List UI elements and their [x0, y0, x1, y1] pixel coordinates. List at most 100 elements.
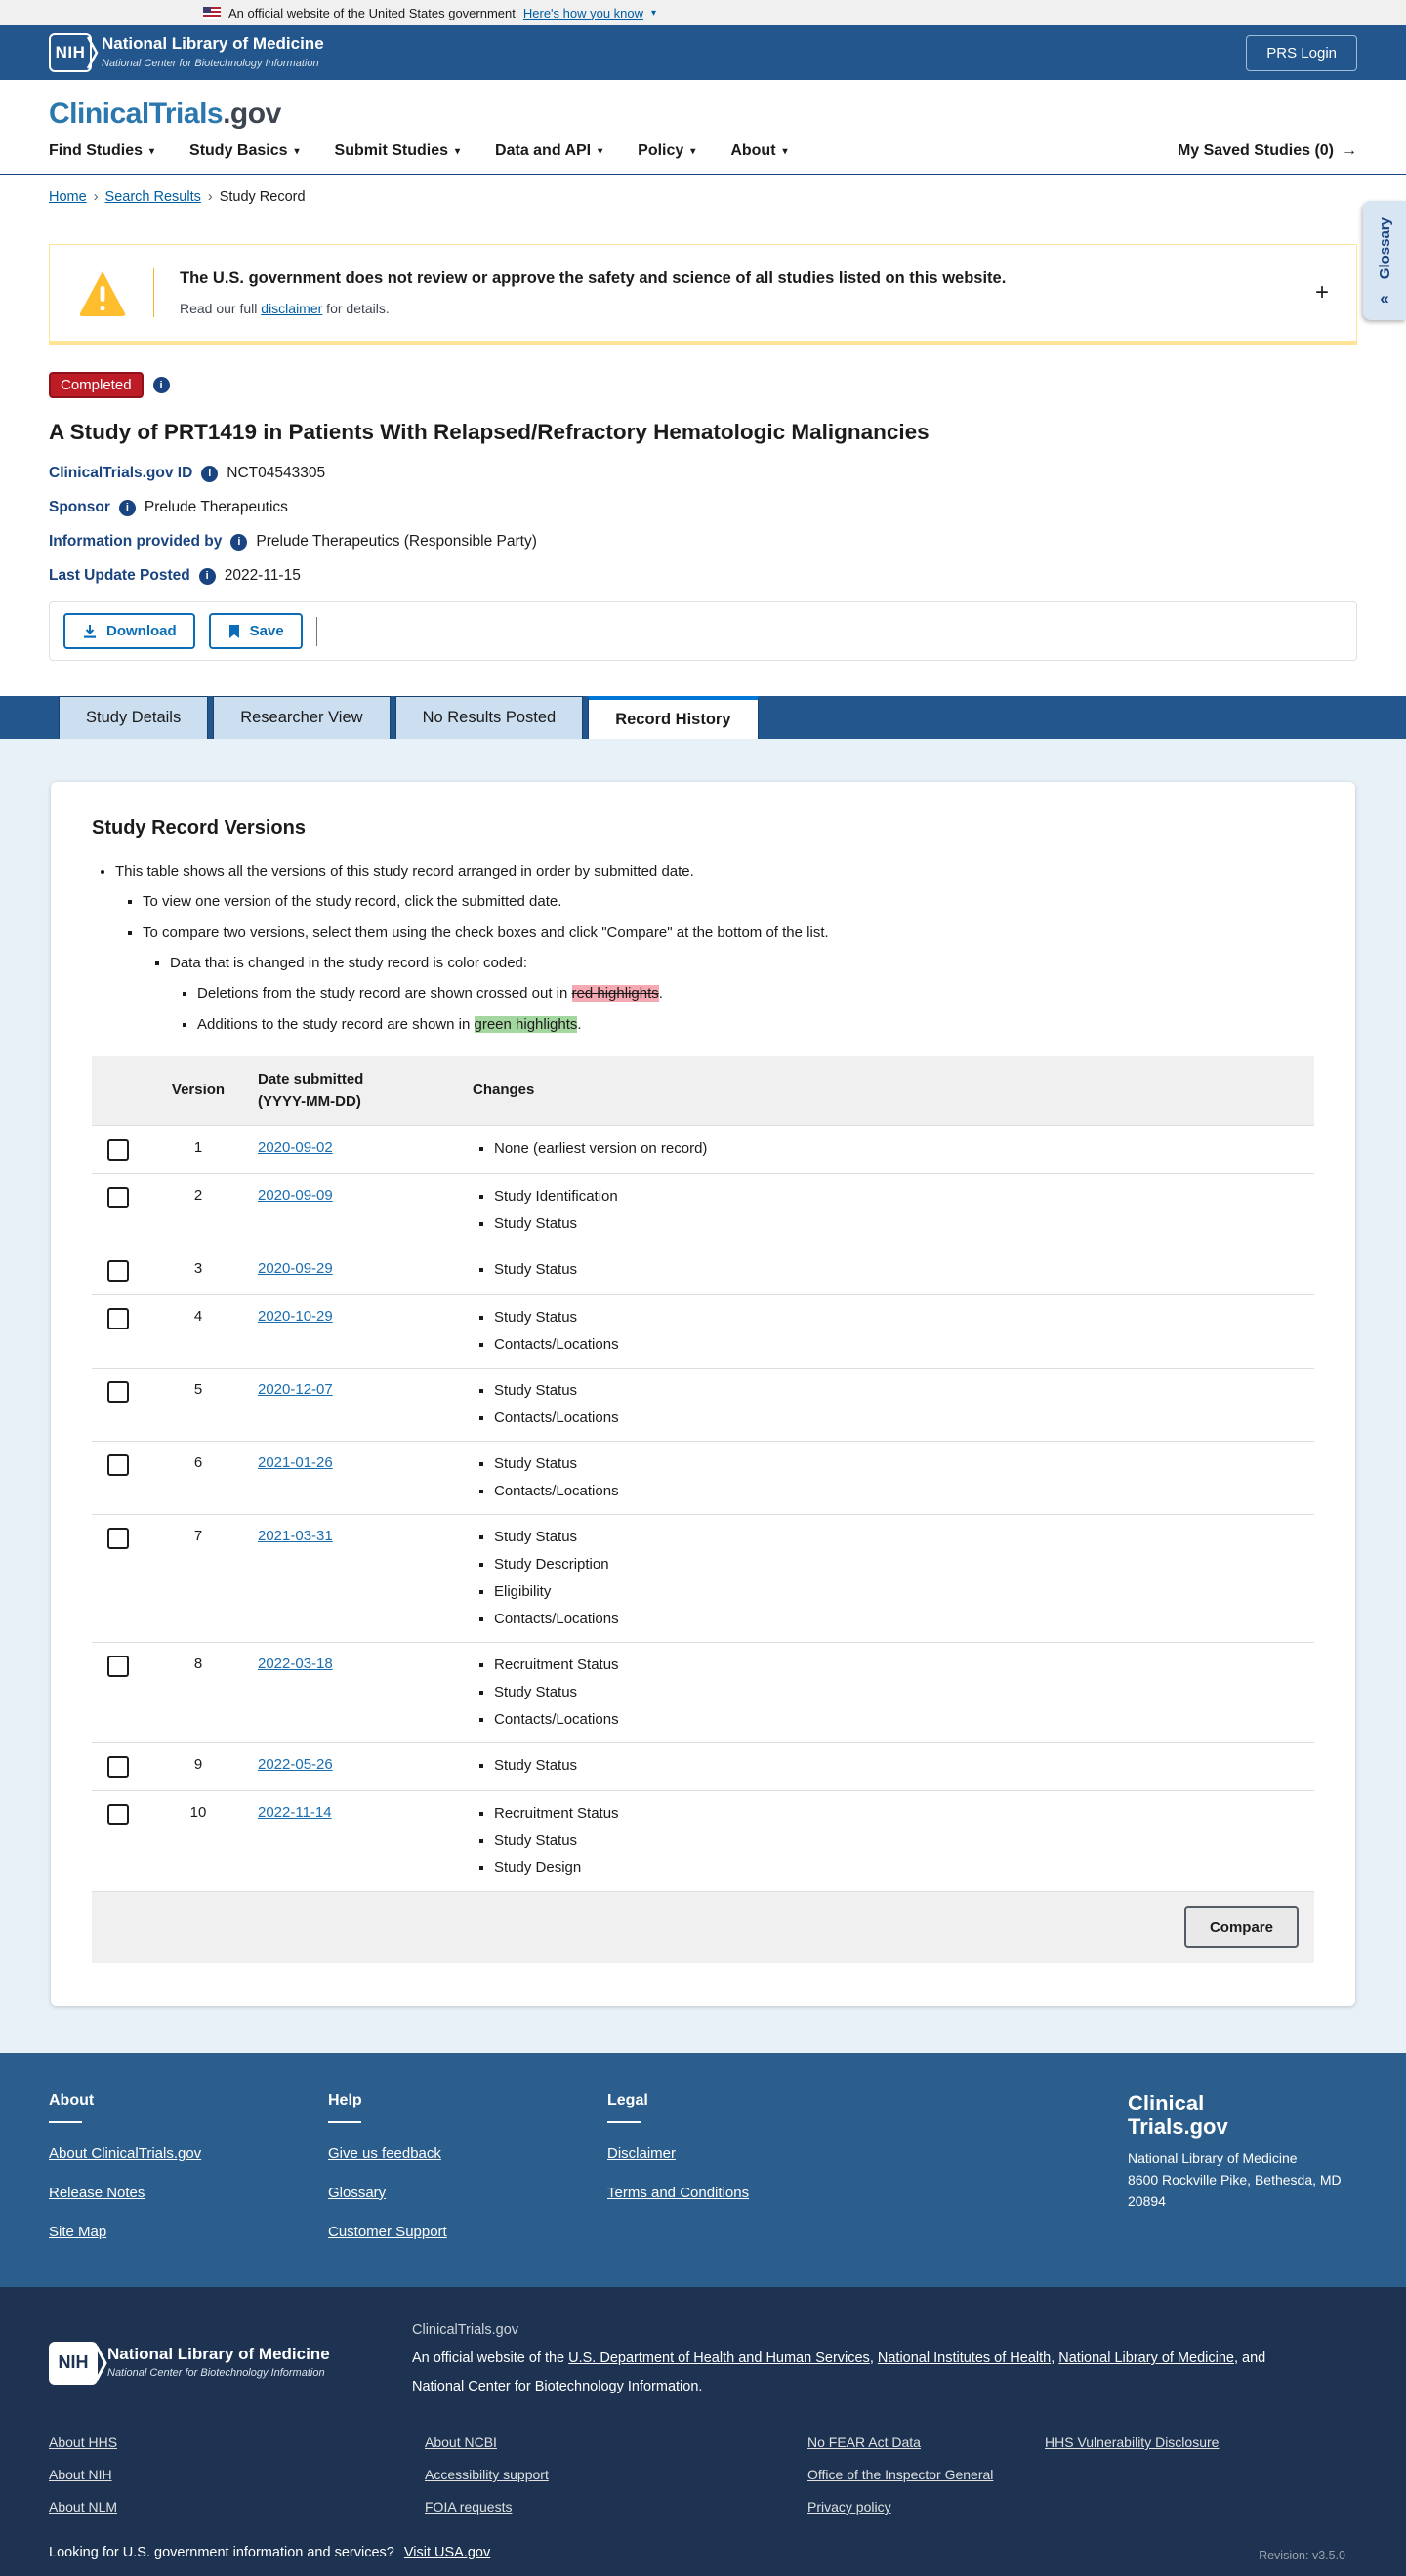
agency-footer-link[interactable]: About NLM	[49, 2499, 425, 2515]
nlm-logo[interactable]: NIH National Library of Medicine Nationa…	[49, 33, 324, 72]
info-icon[interactable]: i	[198, 567, 216, 585]
agency-footer-link[interactable]: About NCBI	[425, 2434, 807, 2450]
version-checkbox[interactable]	[107, 1187, 129, 1208]
usa-gov-line: Looking for U.S. government information …	[49, 2545, 491, 2560]
tab-record-history[interactable]: Record History	[588, 696, 759, 739]
agency-footer-link[interactable]: FOIA requests	[425, 2499, 807, 2515]
table-row: 9 2022-05-26 Study Status	[92, 1742, 1314, 1791]
revision-label: Revision: v3.5.0	[1259, 2549, 1345, 2562]
version-date-link[interactable]: 2020-10-29	[258, 1308, 333, 1325]
info-icon[interactable]: i	[118, 499, 136, 516]
agency-links: About HHS About NIH About NLM About NCBI Acc…	[49, 2434, 1357, 2531]
version-date-link[interactable]: 2021-03-31	[258, 1528, 333, 1544]
version-date-link[interactable]: 2022-03-18	[258, 1656, 333, 1672]
change-item: Study Status	[494, 1215, 1299, 1232]
change-item: None (earliest version on record)	[494, 1140, 1299, 1157]
version-checkbox[interactable]	[107, 1756, 129, 1778]
version-checkbox[interactable]	[107, 1656, 129, 1677]
nav-item-study-basics[interactable]: Study Basics ▾	[189, 143, 300, 160]
nih-footer-logo-mark: NIH	[49, 2341, 107, 2385]
nav-item-data-and-api[interactable]: Data and API ▾	[495, 143, 602, 160]
nav-item-about[interactable]: About ▾	[730, 143, 787, 160]
footer-link[interactable]: Release Notes	[49, 2185, 328, 2201]
info-icon[interactable]: i	[230, 533, 248, 551]
agency-footer-link[interactable]: No FEAR Act Data	[807, 2434, 1045, 2450]
change-item: Study Description	[494, 1556, 1299, 1573]
footer-link[interactable]: Disclaimer	[607, 2146, 887, 2162]
version-checkbox[interactable]	[107, 1260, 129, 1282]
version-date-link[interactable]: 2020-09-09	[258, 1187, 333, 1204]
how-you-know-link[interactable]: Here's how you know	[523, 6, 643, 20]
version-date-link[interactable]: 2020-09-02	[258, 1139, 333, 1156]
breadcrumb-link[interactable]: Search Results	[105, 189, 201, 205]
agency-link[interactable]: National Institutes of Health	[878, 2351, 1051, 2366]
agency-link[interactable]: National Center for Biotechnology Inform…	[412, 2379, 698, 2394]
agency-footer-link[interactable]: HHS Vulnerability Disclosure	[1045, 2434, 1357, 2450]
download-button[interactable]: Download	[63, 613, 195, 649]
changes-list: Study Status Study Description Eligibility…	[473, 1529, 1299, 1627]
nav-item-find-studies[interactable]: Find Studies ▾	[49, 143, 154, 160]
nav-item-label: Find Studies	[49, 143, 143, 159]
prs-login-button[interactable]: PRS Login	[1246, 34, 1357, 71]
expand-warning-button[interactable]: +	[1296, 279, 1329, 307]
version-checkbox[interactable]	[107, 1139, 129, 1161]
versions-table: Version Date submitted (YYYY-MM-DD) Chan…	[92, 1056, 1314, 1963]
version-checkbox[interactable]	[107, 1381, 129, 1403]
disclaimer-link[interactable]: disclaimer	[261, 301, 322, 316]
version-checkbox[interactable]	[107, 1804, 129, 1825]
version-checkbox[interactable]	[107, 1528, 129, 1549]
additions-note: Additions to the study record are shown …	[197, 1016, 1314, 1033]
version-date-link[interactable]: 2022-11-14	[258, 1804, 332, 1820]
actions-divider	[315, 616, 317, 646]
version-date-link[interactable]: 2020-12-07	[258, 1381, 333, 1398]
footer-link[interactable]: Site Map	[49, 2224, 328, 2240]
version-number: 6	[154, 1441, 242, 1515]
agency-footer-link[interactable]: Privacy policy	[807, 2499, 1045, 2515]
compare-button[interactable]: Compare	[1183, 1906, 1299, 1948]
version-checkbox[interactable]	[107, 1308, 129, 1329]
site-header: ClinicalTrials.gov Find Studies ▾ Study Ba…	[0, 80, 1406, 175]
tab-no-results-posted[interactable]: No Results Posted	[394, 696, 584, 739]
change-item: Study Status	[494, 1529, 1299, 1545]
agency-link[interactable]: National Library of Medicine	[1058, 2351, 1234, 2366]
my-saved-studies-link[interactable]: My Saved Studies (0) →	[1178, 143, 1357, 160]
info-icon[interactable]: i	[152, 377, 170, 393]
version-date-link[interactable]: 2021-01-26	[258, 1454, 333, 1471]
footer-link[interactable]: Give us feedback	[328, 2146, 607, 2162]
us-flag-icon	[203, 7, 221, 19]
nav-item-submit-studies[interactable]: Submit Studies ▾	[335, 143, 460, 160]
footer-link[interactable]: Glossary	[328, 2185, 607, 2201]
agency-link[interactable]: U.S. Department of Health and Human Serv…	[568, 2351, 870, 2366]
change-item: Study Status	[494, 1832, 1299, 1849]
chevron-down-icon: ▾	[651, 7, 657, 19]
clinicaltrials-logo[interactable]: ClinicalTrials.gov	[49, 98, 281, 131]
change-item: Study Identification	[494, 1188, 1299, 1205]
changes-list: Study Status Contacts/Locations	[473, 1309, 1299, 1353]
agency-footer-link[interactable]: Office of the Inspector General	[807, 2467, 1045, 2482]
meta-value: NCT04543305	[227, 465, 326, 481]
glossary-tab[interactable]: Glossary «	[1363, 201, 1406, 321]
nav-item-policy[interactable]: Policy ▾	[638, 143, 695, 160]
agency-footer-link[interactable]: About NIH	[49, 2467, 425, 2482]
main-content: The U.S. government does not review or a…	[49, 244, 1357, 661]
save-button[interactable]: Save	[208, 613, 303, 649]
version-date-link[interactable]: 2020-09-29	[258, 1260, 333, 1277]
agency-footer-link[interactable]: Accessibility support	[425, 2467, 807, 2482]
breadcrumb-link[interactable]: Home	[49, 189, 87, 205]
changes-column-header: Changes	[457, 1056, 1314, 1126]
tab-study-details[interactable]: Study Details	[59, 696, 209, 739]
version-date-link[interactable]: 2022-05-26	[258, 1756, 333, 1773]
breadcrumb: Home › Search Results › Study Record	[49, 189, 1357, 205]
footer-link[interactable]: About ClinicalTrials.gov	[49, 2146, 328, 2162]
tab-researcher-view[interactable]: Researcher View	[213, 696, 391, 739]
nlm-footer-logo[interactable]: NIH National Library of Medicine Nationa…	[49, 2316, 412, 2401]
agency-footer-link[interactable]: About HHS	[49, 2434, 425, 2450]
visit-usa-gov-link[interactable]: Visit USA.gov	[404, 2545, 490, 2560]
footer-address-line: 20894	[1128, 2192, 1166, 2209]
footer-link[interactable]: Terms and Conditions	[607, 2185, 887, 2201]
info-icon[interactable]: i	[201, 465, 219, 482]
version-checkbox[interactable]	[107, 1454, 129, 1476]
footer-column-heading: Help	[328, 2092, 607, 2123]
footer-link[interactable]: Customer Support	[328, 2224, 607, 2240]
change-item: Contacts/Locations	[494, 1336, 1299, 1353]
